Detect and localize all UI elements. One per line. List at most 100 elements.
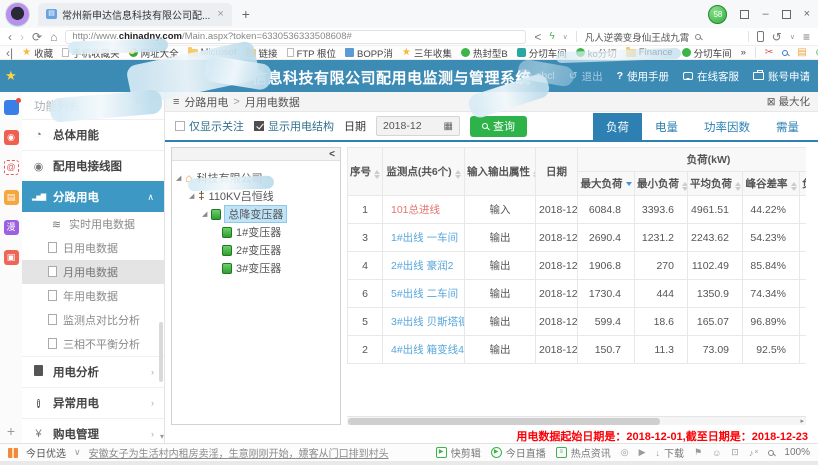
bookmark-item[interactable]: 链接 xyxy=(246,46,278,60)
sidebar-subitem-compare[interactable]: 监测点对比分析 xyxy=(22,308,164,332)
col-min-load[interactable]: 最小负荷 xyxy=(635,172,688,196)
sidebar-item-branch-power[interactable]: ▂▅▇ 分路用电 ∧ xyxy=(22,181,164,212)
feedback-smiley-icon[interactable]: ☺ xyxy=(712,448,721,458)
manga-app-icon[interactable]: 漫 xyxy=(4,220,19,235)
search-icon[interactable] xyxy=(695,34,701,40)
col-avg-load[interactable]: 平均负荷 xyxy=(688,172,743,196)
hot-news-button[interactable]: ≡热点资讯 xyxy=(556,445,611,460)
favorites-star-icon[interactable]: ★ xyxy=(5,68,17,84)
monitor-point-link[interactable]: 2#出线 豪润2 xyxy=(383,252,465,280)
scroll-down-icon[interactable]: ▾ xyxy=(160,432,164,441)
bookmark-item[interactable]: ko分切 xyxy=(576,46,617,60)
mention-app-icon[interactable]: @ xyxy=(4,160,19,175)
speedup-ball[interactable]: 58 xyxy=(708,5,727,24)
sidebar-subitem-monthly[interactable]: 月用电数据 xyxy=(22,260,164,284)
bookmark-item[interactable]: Microsof xyxy=(188,47,237,58)
online-service-link[interactable]: 在线客服 xyxy=(683,69,739,84)
manual-link[interactable]: ?使用手册 xyxy=(617,69,669,84)
find-icon[interactable] xyxy=(782,50,788,56)
bookmarks-overflow[interactable]: » xyxy=(741,47,746,58)
user-menu[interactable]: zhcl xyxy=(517,69,555,84)
date-input[interactable]: 2018-12▦ xyxy=(376,116,460,136)
home-icon[interactable]: ⌂ xyxy=(50,31,57,43)
reading-app-icon[interactable]: ▤ xyxy=(4,190,19,205)
bookmark-item[interactable]: FTP 根位 xyxy=(287,46,336,60)
search-input[interactable]: 凡人逆袭变身仙王战九霄 xyxy=(585,30,740,44)
query-button[interactable]: 查询 xyxy=(470,116,527,137)
bookmarks-collapse-icon[interactable]: ‹| xyxy=(6,47,13,59)
horizontal-scrollbar[interactable]: ▸ xyxy=(347,416,806,425)
zoom-level[interactable]: 100% xyxy=(784,447,810,458)
restore-button[interactable] xyxy=(782,10,791,19)
tree-node-transformer-2[interactable]: 2#变压器 xyxy=(176,241,336,259)
weibo-app-icon[interactable]: ◉ xyxy=(4,130,19,145)
sidebar-subitem-yearly[interactable]: 年用电数据 xyxy=(22,284,164,308)
monitor-point-link[interactable]: 1#出线 一车间 xyxy=(383,224,465,252)
bookmark-item[interactable]: 分切车间 xyxy=(682,46,732,60)
sidebar-subitem-daily[interactable]: 日用电数据 xyxy=(22,236,164,260)
download-button[interactable]: ↓下载 xyxy=(656,445,685,460)
tree-node-transformer-1[interactable]: 1#变压器 xyxy=(176,223,336,241)
close-window-button[interactable]: × xyxy=(804,8,810,20)
sidebar-subitem-realtime[interactable]: ≋实时用电数据 xyxy=(22,212,164,236)
bookmark-item[interactable]: 分切车间 xyxy=(517,46,567,60)
sidebar-item-wiring-diagram[interactable]: ◉ 配用电接线图 xyxy=(22,150,164,181)
tab-close-icon[interactable]: × xyxy=(217,8,223,20)
sidebar-item-analysis[interactable]: 用电分析 › xyxy=(22,356,164,387)
tree-node-main-transformer[interactable]: ◢ 总降变压器 xyxy=(176,205,336,223)
bookmark-item[interactable]: 手机收藏夹 xyxy=(62,46,120,60)
minimize-button[interactable]: – xyxy=(762,8,768,20)
menu-icon[interactable]: ≡ xyxy=(173,96,179,108)
col-point[interactable]: 监测点(共6个) xyxy=(383,148,465,196)
monitor-point-link[interactable]: 101总进线 xyxy=(383,196,465,224)
mute-button[interactable]: ♪× xyxy=(749,448,759,458)
gift-icon[interactable] xyxy=(8,448,18,458)
zoom-search-icon[interactable] xyxy=(768,450,774,456)
expand-icon[interactable]: ◢ xyxy=(202,210,207,218)
screenshot-icon[interactable]: ✂ xyxy=(765,48,773,58)
maximize-button[interactable]: ⊠最大化 xyxy=(767,94,810,109)
browser-menu-icon[interactable]: ≡ xyxy=(803,31,810,43)
expand-icon[interactable]: ◢ xyxy=(189,192,194,200)
bookmark-item[interactable]: ★三年收集 xyxy=(402,46,452,60)
tab-power-factor[interactable]: 功率因数 xyxy=(691,113,763,140)
refresh-icon[interactable]: ⟳ xyxy=(32,31,42,43)
tab-demand[interactable]: 需量 xyxy=(763,113,812,140)
monitor-point-link[interactable]: 3#出线 贝斯塔德3 xyxy=(383,308,465,336)
tab-load[interactable]: 负荷 xyxy=(593,113,642,140)
bookmark-item[interactable]: Finance xyxy=(626,47,673,58)
sidebar-item-purchase[interactable]: ¥ 购电管理 › xyxy=(22,418,164,443)
new-tab-button[interactable]: + xyxy=(242,6,250,22)
tree-node-transformer-3[interactable]: 3#变压器 xyxy=(176,259,336,277)
scrollbar-thumb[interactable] xyxy=(348,418,660,425)
col-peak-valley[interactable]: 峰谷差率 xyxy=(743,172,800,196)
url-input[interactable]: http://www.chinadny.com/Main.aspx?token=… xyxy=(65,30,526,44)
speed-mode-icon[interactable]: ϟ xyxy=(549,31,554,42)
tree-node-company[interactable]: ◢ ⌂ 科技有限公司 xyxy=(176,169,336,187)
show-structure-checkbox[interactable] xyxy=(254,121,264,131)
tree-collapse-button[interactable]: < xyxy=(172,148,340,161)
bookmark-item[interactable]: 网址大全 xyxy=(129,46,179,60)
bookmark-item[interactable]: BOPP消 xyxy=(345,46,393,60)
forward-icon[interactable]: › xyxy=(20,31,24,43)
expand-icon[interactable]: ◢ xyxy=(176,174,181,182)
boss-key-icon[interactable] xyxy=(740,10,749,19)
mobile-sync-icon[interactable] xyxy=(757,31,764,42)
news-ticker-link[interactable]: 安徽女子为生活村内租房卖淫，生意刚刚开始，嫖客从门口排到村头 xyxy=(89,445,389,460)
col-io[interactable]: 输入输出属性 xyxy=(465,148,536,196)
messages-app-icon[interactable] xyxy=(4,100,19,115)
games-app-icon[interactable]: ▣ xyxy=(4,250,19,265)
scroll-right-icon[interactable]: ▸ xyxy=(800,417,806,425)
sidebar-item-abnormal[interactable]: i 异常用电 › xyxy=(22,387,164,418)
bookmark-item[interactable]: 热封型B xyxy=(461,46,508,60)
undo-dropdown-icon[interactable]: ∨ xyxy=(790,33,795,41)
logout-button[interactable]: ↺退出 xyxy=(569,69,603,84)
monitor-point-link[interactable]: 5#出线 二车间 xyxy=(383,280,465,308)
target-icon[interactable]: ◎ xyxy=(621,447,629,458)
sidebar-item-overview[interactable]: ◔ 总体用能 xyxy=(22,119,164,150)
daily-picks-label[interactable]: 今日优选 xyxy=(26,445,66,460)
sidebar-subitem-unbalance[interactable]: 三相不平衡分析 xyxy=(22,332,164,356)
monitor-point-link[interactable]: 4#出线 箱变线4 xyxy=(383,336,465,364)
col-clipped[interactable]: 负 xyxy=(800,172,807,196)
cursor-icon[interactable]: ▶ xyxy=(639,447,646,458)
